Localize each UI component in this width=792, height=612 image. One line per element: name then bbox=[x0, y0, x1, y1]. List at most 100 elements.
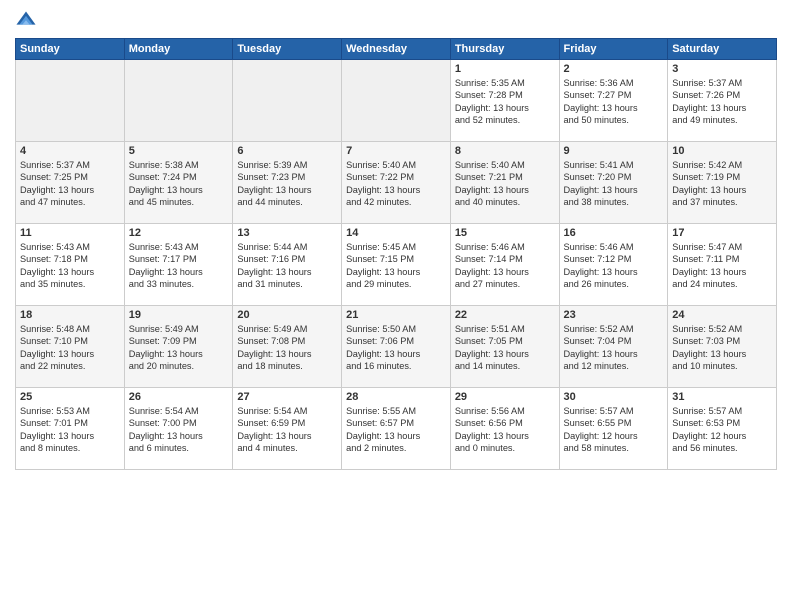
day-info-line: and 49 minutes. bbox=[672, 114, 772, 126]
day-info-line: Sunset: 7:10 PM bbox=[20, 335, 120, 347]
day-info-line: Daylight: 13 hours bbox=[672, 184, 772, 196]
day-info-line: and 56 minutes. bbox=[672, 442, 772, 454]
day-info-line: Sunset: 7:16 PM bbox=[237, 253, 337, 265]
day-info-line: Daylight: 13 hours bbox=[20, 348, 120, 360]
dow-header-monday: Monday bbox=[124, 39, 233, 60]
calendar-cell: 14Sunrise: 5:45 AMSunset: 7:15 PMDayligh… bbox=[342, 224, 451, 306]
day-info-line: Sunset: 7:23 PM bbox=[237, 171, 337, 183]
day-info-line: Daylight: 13 hours bbox=[129, 266, 229, 278]
day-number: 22 bbox=[455, 309, 555, 321]
day-info-line: Sunrise: 5:52 AM bbox=[564, 323, 664, 335]
day-info-line: Sunrise: 5:44 AM bbox=[237, 241, 337, 253]
calendar-cell bbox=[16, 60, 125, 142]
day-info-line: Sunrise: 5:54 AM bbox=[129, 405, 229, 417]
week-row-5: 25Sunrise: 5:53 AMSunset: 7:01 PMDayligh… bbox=[16, 388, 777, 470]
day-info-line: Sunset: 7:14 PM bbox=[455, 253, 555, 265]
day-number: 18 bbox=[20, 309, 120, 321]
day-info-line: Sunrise: 5:49 AM bbox=[237, 323, 337, 335]
week-row-1: 1Sunrise: 5:35 AMSunset: 7:28 PMDaylight… bbox=[16, 60, 777, 142]
day-number: 4 bbox=[20, 145, 120, 157]
day-info-line: Daylight: 13 hours bbox=[672, 348, 772, 360]
day-info-line: and 45 minutes. bbox=[129, 196, 229, 208]
day-info-line: and 26 minutes. bbox=[564, 278, 664, 290]
day-info-line: Sunset: 7:17 PM bbox=[129, 253, 229, 265]
day-info-line: and 35 minutes. bbox=[20, 278, 120, 290]
calendar-cell: 7Sunrise: 5:40 AMSunset: 7:22 PMDaylight… bbox=[342, 142, 451, 224]
calendar-cell: 6Sunrise: 5:39 AMSunset: 7:23 PMDaylight… bbox=[233, 142, 342, 224]
day-number: 29 bbox=[455, 391, 555, 403]
day-info-line: Sunrise: 5:48 AM bbox=[20, 323, 120, 335]
calendar-cell: 22Sunrise: 5:51 AMSunset: 7:05 PMDayligh… bbox=[450, 306, 559, 388]
day-info-line: Sunrise: 5:43 AM bbox=[20, 241, 120, 253]
day-info-line: Daylight: 13 hours bbox=[455, 430, 555, 442]
day-number: 28 bbox=[346, 391, 446, 403]
week-row-3: 11Sunrise: 5:43 AMSunset: 7:18 PMDayligh… bbox=[16, 224, 777, 306]
day-info-line: and 0 minutes. bbox=[455, 442, 555, 454]
day-info-line: and 6 minutes. bbox=[129, 442, 229, 454]
calendar-cell: 1Sunrise: 5:35 AMSunset: 7:28 PMDaylight… bbox=[450, 60, 559, 142]
day-info-line: Daylight: 13 hours bbox=[129, 430, 229, 442]
calendar-cell: 13Sunrise: 5:44 AMSunset: 7:16 PMDayligh… bbox=[233, 224, 342, 306]
day-info-line: and 52 minutes. bbox=[455, 114, 555, 126]
day-info-line: and 27 minutes. bbox=[455, 278, 555, 290]
day-info-line: Sunrise: 5:35 AM bbox=[455, 77, 555, 89]
calendar-cell: 28Sunrise: 5:55 AMSunset: 6:57 PMDayligh… bbox=[342, 388, 451, 470]
day-info-line: and 29 minutes. bbox=[346, 278, 446, 290]
calendar-cell: 30Sunrise: 5:57 AMSunset: 6:55 PMDayligh… bbox=[559, 388, 668, 470]
day-info-line: Sunset: 7:04 PM bbox=[564, 335, 664, 347]
day-info-line: and 38 minutes. bbox=[564, 196, 664, 208]
day-info-line: Sunrise: 5:36 AM bbox=[564, 77, 664, 89]
day-number: 2 bbox=[564, 63, 664, 75]
day-info-line: Sunset: 6:59 PM bbox=[237, 417, 337, 429]
calendar-cell: 18 Sunrise: 5:48 AMSunset: 7:10 PMDayligh… bbox=[16, 306, 125, 388]
day-info-line: Daylight: 13 hours bbox=[237, 266, 337, 278]
day-info-line: Sunrise: 5:52 AM bbox=[672, 323, 772, 335]
calendar-cell: 25Sunrise: 5:53 AMSunset: 7:01 PMDayligh… bbox=[16, 388, 125, 470]
calendar-cell: 31Sunrise: 5:57 AMSunset: 6:53 PMDayligh… bbox=[668, 388, 777, 470]
calendar-cell: 10Sunrise: 5:42 AMSunset: 7:19 PMDayligh… bbox=[668, 142, 777, 224]
day-info-line: Sunrise: 5:37 AM bbox=[20, 159, 120, 171]
day-info-line: and 12 minutes. bbox=[564, 360, 664, 372]
day-info-line: Sunset: 7:18 PM bbox=[20, 253, 120, 265]
calendar-cell: 16Sunrise: 5:46 AMSunset: 7:12 PMDayligh… bbox=[559, 224, 668, 306]
day-info-line: Sunrise: 5:56 AM bbox=[455, 405, 555, 417]
day-info-line: and 50 minutes. bbox=[564, 114, 664, 126]
day-info-line: Sunrise: 5:42 AM bbox=[672, 159, 772, 171]
day-info-line: Daylight: 13 hours bbox=[672, 266, 772, 278]
day-number: 8 bbox=[455, 145, 555, 157]
calendar-body: 1Sunrise: 5:35 AMSunset: 7:28 PMDaylight… bbox=[16, 60, 777, 470]
week-row-4: 18Sunrise: 5:48 AMSunset: 7:10 PMDayligh… bbox=[16, 306, 777, 388]
calendar-cell bbox=[342, 60, 451, 142]
day-info-line: Sunrise: 5:43 AM bbox=[129, 241, 229, 253]
day-info-line: Sunset: 7:12 PM bbox=[564, 253, 664, 265]
calendar-cell: 23Sunrise: 5:52 AMSunset: 7:04 PMDayligh… bbox=[559, 306, 668, 388]
day-number: 5 bbox=[129, 145, 229, 157]
dow-header-tuesday: Tuesday bbox=[233, 39, 342, 60]
calendar-cell bbox=[233, 60, 342, 142]
day-number: 20 bbox=[237, 309, 337, 321]
day-info-line: Sunset: 7:00 PM bbox=[129, 417, 229, 429]
day-info-line: and 31 minutes. bbox=[237, 278, 337, 290]
day-info-line: Sunrise: 5:37 AM bbox=[672, 77, 772, 89]
calendar-cell: 4Sunrise: 5:37 AMSunset: 7:25 PMDaylight… bbox=[16, 142, 125, 224]
day-number: 24 bbox=[672, 309, 772, 321]
calendar-cell: 29Sunrise: 5:56 AMSunset: 6:56 PMDayligh… bbox=[450, 388, 559, 470]
day-info-line: Sunset: 7:21 PM bbox=[455, 171, 555, 183]
day-number: 11 bbox=[20, 227, 120, 239]
day-info-line: and 4 minutes. bbox=[237, 442, 337, 454]
day-number: 12 bbox=[129, 227, 229, 239]
day-info-line: and 47 minutes. bbox=[20, 196, 120, 208]
day-number: 9 bbox=[564, 145, 664, 157]
day-number: 17 bbox=[672, 227, 772, 239]
days-of-week-row: SundayMondayTuesdayWednesdayThursdayFrid… bbox=[16, 39, 777, 60]
day-info-line: Daylight: 13 hours bbox=[20, 184, 120, 196]
page: SundayMondayTuesdayWednesdayThursdayFrid… bbox=[0, 0, 792, 612]
day-info-line: Daylight: 13 hours bbox=[455, 102, 555, 114]
calendar-cell: 20Sunrise: 5:49 AMSunset: 7:08 PMDayligh… bbox=[233, 306, 342, 388]
calendar-cell: 3Sunrise: 5:37 AMSunset: 7:26 PMDaylight… bbox=[668, 60, 777, 142]
day-number: 14 bbox=[346, 227, 446, 239]
day-info-line: and 58 minutes. bbox=[564, 442, 664, 454]
day-info-line: Sunset: 7:19 PM bbox=[672, 171, 772, 183]
day-info-line: Sunset: 7:11 PM bbox=[672, 253, 772, 265]
day-number: 3 bbox=[672, 63, 772, 75]
